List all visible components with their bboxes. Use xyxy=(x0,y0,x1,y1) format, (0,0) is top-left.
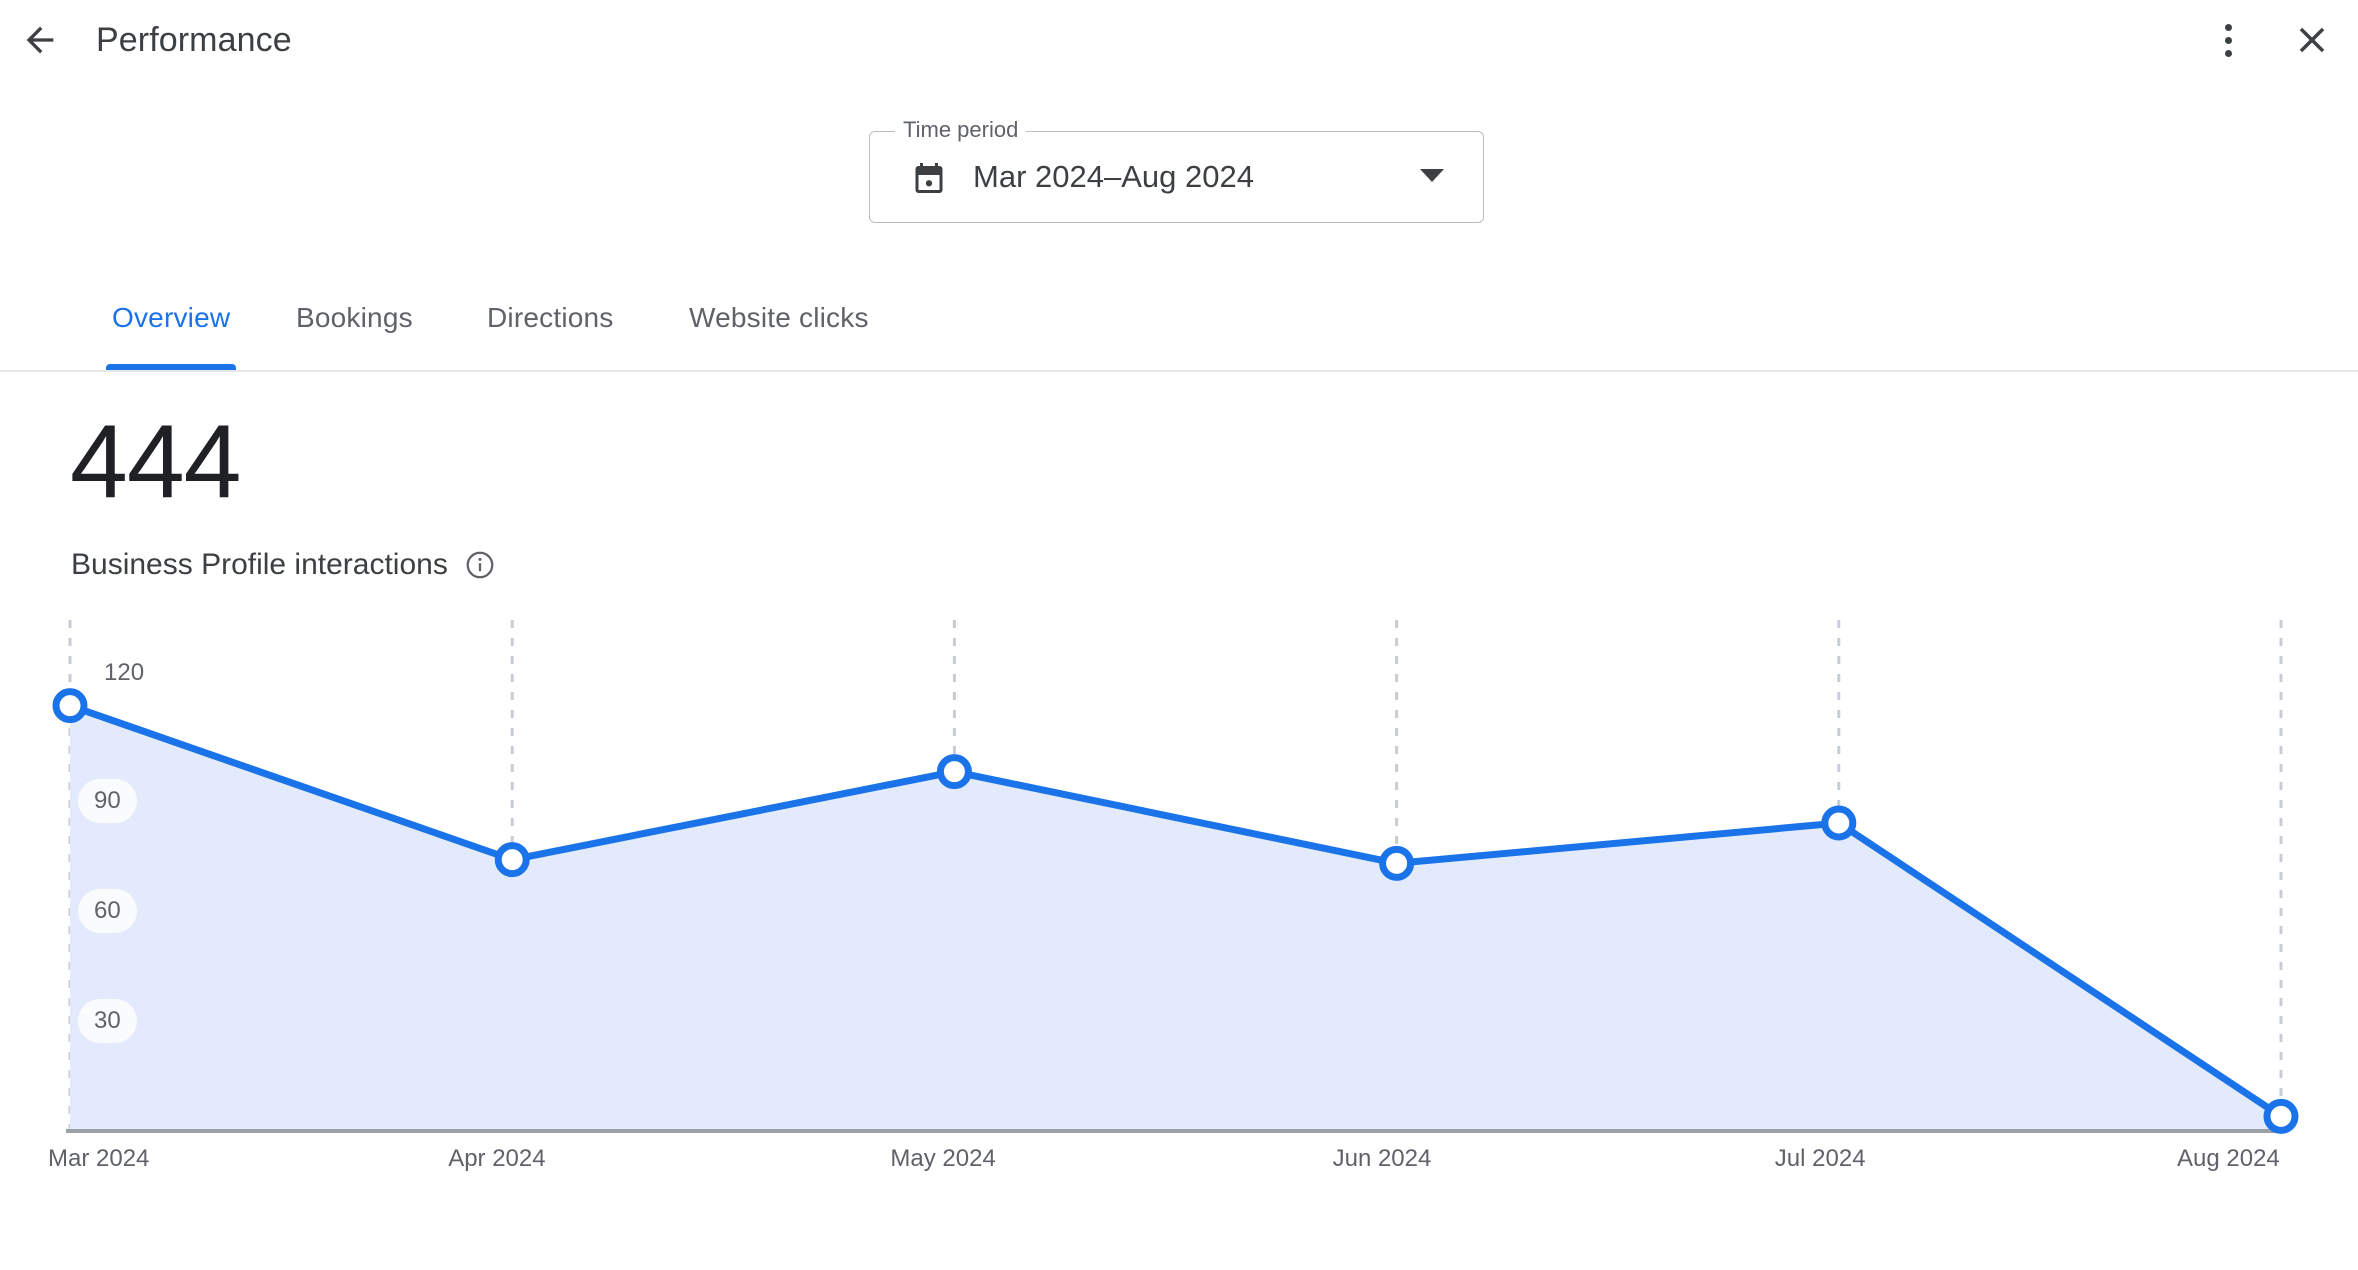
app-bar-actions xyxy=(2196,8,2344,72)
chart-data-point[interactable]: Apr 2024: 74 xyxy=(494,842,530,878)
calendar-icon xyxy=(911,160,947,201)
chart-y-tick-label: 120 xyxy=(104,659,145,686)
chart-y-tick-label: 30 xyxy=(78,999,137,1043)
chart-canvas: Mar 2024: 116 Apr 2024: 74 May 2024: 98 Jun… xyxy=(52,620,2299,1134)
chart-data-point[interactable]: Jul 2024: 84 xyxy=(1821,805,1857,841)
chart-data-point[interactable]: Jun 2024: 73 xyxy=(1379,845,1415,881)
tab-active-indicator xyxy=(106,364,237,370)
time-period-selector[interactable]: Time period Mar 2024–Aug 2024 xyxy=(869,117,1484,223)
info-icon[interactable] xyxy=(464,549,496,581)
time-period-value: Mar 2024–Aug 2024 xyxy=(973,159,1254,194)
close-button[interactable] xyxy=(2280,8,2344,72)
total-interactions-value: 444 xyxy=(70,404,242,520)
tab-website-clicks[interactable]: Website clicks xyxy=(683,282,875,370)
tab-website-clicks-label: Website clicks xyxy=(689,302,869,333)
chart-data-point[interactable]: Aug 2024: 4 xyxy=(2263,1098,2299,1134)
more-options-button[interactable] xyxy=(2196,8,2260,72)
tab-overview-label: Overview xyxy=(112,302,231,333)
tab-directions[interactable]: Directions xyxy=(481,282,619,370)
interactions-chart: Mar 2024: 116 Apr 2024: 74 May 2024: 98 Jun… xyxy=(0,620,2358,1180)
total-interactions-label: Business Profile interactions xyxy=(71,548,448,581)
total-interactions-label-row: Business Profile interactions xyxy=(71,548,496,582)
tab-overview[interactable]: Overview xyxy=(106,282,237,370)
arrow-back-icon xyxy=(26,26,54,54)
chart-area-fill xyxy=(70,705,2281,1131)
more-vert-icon xyxy=(2224,23,2232,57)
chart-y-tick-label: 90 xyxy=(78,779,137,823)
chart-y-tick-label: 60 xyxy=(78,889,137,933)
tab-bar: Overview Bookings Directions Website cli… xyxy=(0,282,2358,372)
tab-bookings-label: Bookings xyxy=(296,302,413,333)
chart-data-point[interactable]: Mar 2024: 116 xyxy=(52,688,88,724)
app-bar: Performance xyxy=(0,0,2358,80)
tab-divider xyxy=(0,370,2358,372)
tab-directions-label: Directions xyxy=(487,302,614,333)
chart-x-tick-label: Mar 2024 xyxy=(48,1145,150,1172)
chart-x-tick-label: Aug 2024 xyxy=(2177,1145,2280,1172)
back-button[interactable] xyxy=(8,8,72,72)
chart-x-tick-label: Apr 2024 xyxy=(448,1145,546,1172)
chart-x-tick-label: Jul 2024 xyxy=(1774,1145,1866,1172)
chart-data-point[interactable]: May 2024: 98 xyxy=(936,754,972,790)
chevron-down-icon[interactable] xyxy=(1420,169,1444,182)
chart-x-tick-label: May 2024 xyxy=(890,1145,996,1172)
chart-x-tick-label: Jun 2024 xyxy=(1332,1145,1432,1172)
tab-bookings[interactable]: Bookings xyxy=(290,282,419,370)
close-icon xyxy=(2299,27,2325,53)
page-title: Performance xyxy=(96,20,292,59)
